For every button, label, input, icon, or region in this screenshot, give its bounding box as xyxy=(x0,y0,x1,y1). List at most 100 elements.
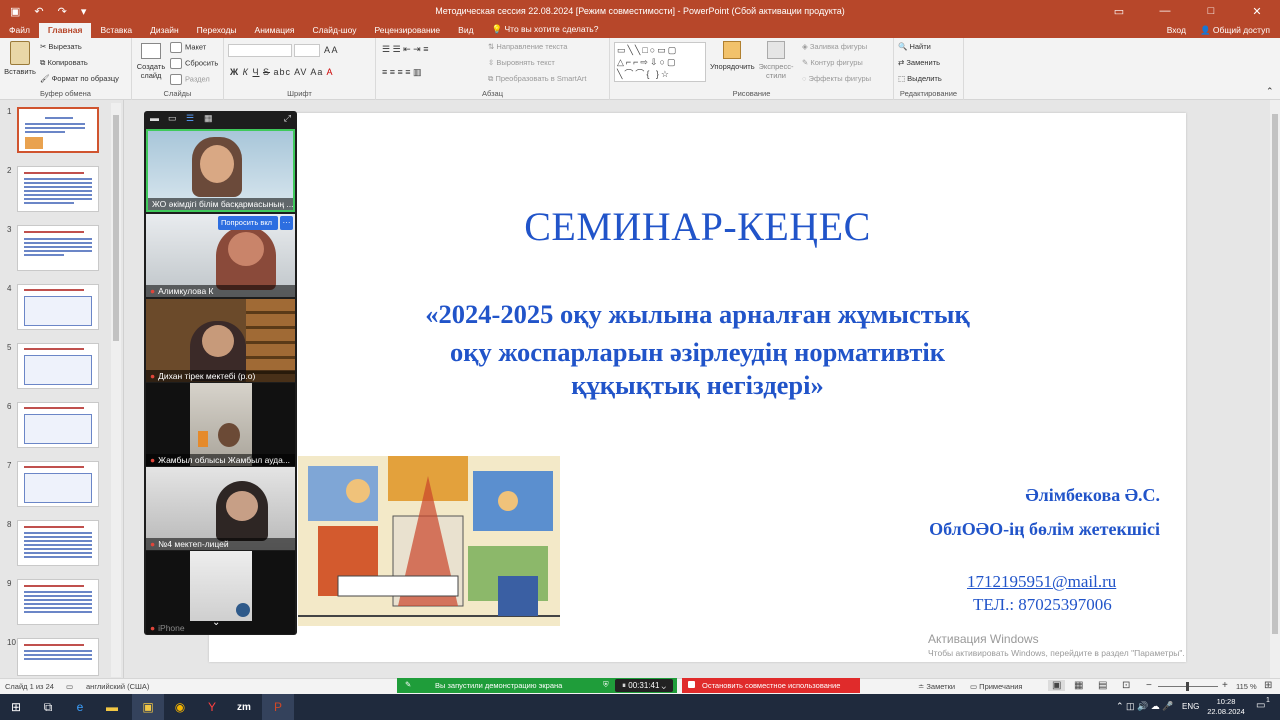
zoom-out-button[interactable]: − xyxy=(1146,680,1152,691)
author-position[interactable]: ОблОӘО-ің бөлім жетекшісі xyxy=(929,519,1160,540)
text-direction-button[interactable]: ⇅ Направление текста xyxy=(488,42,567,51)
slide-thumbnail-7[interactable] xyxy=(17,461,99,507)
education-illustration[interactable] xyxy=(298,456,560,626)
task-view-icon[interactable]: ⧉ xyxy=(32,694,64,720)
stop-sharing-button[interactable]: Остановить совместное использование xyxy=(682,678,860,693)
clock[interactable]: 10:28 22.08.2024 xyxy=(1204,697,1248,717)
yandex-icon[interactable]: Y xyxy=(196,694,228,720)
language-indicator[interactable]: английский (США) xyxy=(86,682,149,691)
shape-outline-button[interactable]: ✎ Контур фигуры xyxy=(802,58,863,67)
notes-button[interactable]: ≐ Заметки xyxy=(918,682,955,691)
tab-file[interactable]: Файл xyxy=(0,23,39,38)
select-button[interactable]: ⬚ Выделить xyxy=(898,74,942,83)
align-buttons[interactable]: ≡ ≡ ≡ ≡ ▥ xyxy=(382,67,422,78)
paste-button[interactable]: Вставить xyxy=(3,41,37,76)
tab-slideshow[interactable]: Слайд-шоу xyxy=(303,23,365,38)
scrollbar-thumb[interactable] xyxy=(1272,114,1278,634)
slide-thumbnail-2[interactable] xyxy=(17,166,99,212)
tab-review[interactable]: Рецензирование xyxy=(366,23,450,38)
section-button[interactable]: Раздел xyxy=(170,74,210,85)
gallery-view-icon[interactable]: ▦ xyxy=(204,113,213,124)
tab-design[interactable]: Дизайн xyxy=(141,23,188,38)
start-icon[interactable]: ⊞ xyxy=(0,694,32,720)
slide-subtitle-line-3[interactable]: құқықтық негіздері» xyxy=(209,370,1186,400)
zoom-video-panel[interactable]: ▬ ▭ ☰ ▦ ⤢ ЖО әкімдігі білім басқармасыны… xyxy=(144,111,297,635)
zoom-app-icon[interactable]: zm xyxy=(228,694,260,720)
reading-view-button[interactable]: ▤ xyxy=(1098,680,1107,691)
zoom-slider-thumb[interactable] xyxy=(1186,682,1189,691)
new-slide-button[interactable]: Создать слайд xyxy=(135,41,167,80)
scrollbar-thumb[interactable] xyxy=(113,115,119,341)
shape-effects-button[interactable]: ◌ Эффекты фигуры xyxy=(802,74,871,83)
strip-view-icon[interactable]: ☰ xyxy=(186,113,194,124)
phone-text[interactable]: ТЕЛ.: 87025397006 xyxy=(973,595,1112,615)
zoom-slider[interactable] xyxy=(1158,682,1218,691)
expand-icon[interactable]: ⤢ xyxy=(284,113,291,124)
speaker-view-icon[interactable]: ▭ xyxy=(168,113,177,124)
change-case-button[interactable]: Aa xyxy=(310,67,323,77)
slide-thumbnail-4[interactable] xyxy=(17,284,99,330)
file-explorer-icon[interactable]: ▬ xyxy=(96,694,128,720)
zoom-in-button[interactable]: + xyxy=(1222,680,1228,691)
undo-icon[interactable]: ↶ xyxy=(34,5,43,18)
slide-sorter-button[interactable]: ▦ xyxy=(1074,680,1083,691)
font-family-select[interactable] xyxy=(228,44,292,57)
tell-me-box[interactable]: 💡 Что вы хотите сделать? xyxy=(483,22,608,38)
quick-styles-button[interactable]: Экспресс- стили xyxy=(756,41,796,80)
comments-button[interactable]: ▭ Примечания xyxy=(970,682,1022,691)
spacing-button[interactable]: AV xyxy=(294,67,307,77)
email-link[interactable]: 1712195951@mail.ru xyxy=(967,572,1116,592)
system-tray-icons[interactable]: ⌃ ◫ 🔊 ☁ 🎤 xyxy=(1116,701,1173,712)
ask-to-unmute-button[interactable]: Попросить вкл xyxy=(218,216,278,230)
scroll-down-button[interactable]: ⌄ xyxy=(212,617,220,628)
video-tile-2[interactable]: Попросить вкл ··· ● Алимкулова К xyxy=(146,214,295,297)
list-buttons[interactable]: ☰ ☰ ⇤ ⇥ ≡ xyxy=(382,44,428,55)
fit-slide-button[interactable]: ⊞ xyxy=(1264,680,1272,691)
tab-transitions[interactable]: Переходы xyxy=(188,23,246,38)
canvas-scrollbar[interactable] xyxy=(1270,100,1280,678)
layout-button[interactable]: Макет xyxy=(170,42,206,53)
find-button[interactable]: 🔍 Найти xyxy=(898,42,931,51)
maximize-button[interactable]: □ xyxy=(1188,0,1234,22)
font-grow-button[interactable]: A A xyxy=(324,45,338,55)
save-icon[interactable]: ▣ xyxy=(10,5,20,18)
smartart-button[interactable]: ⧉ Преобразовать в SmartArt xyxy=(488,74,586,84)
font-color-button[interactable]: A xyxy=(326,67,333,77)
close-button[interactable]: ✕ xyxy=(1234,0,1280,22)
slide-thumbnail-1[interactable] xyxy=(17,107,99,153)
font-size-select[interactable] xyxy=(294,44,320,57)
shapes-gallery[interactable]: ▭╲╲□○▭▢ △⌐⌐⇨⇩○▢ ╲⌒⌒{ }☆ xyxy=(614,42,706,82)
strikethrough-button[interactable]: S xyxy=(263,67,270,77)
cut-button[interactable]: ✂ Вырезать xyxy=(40,42,82,51)
spellcheck-icon[interactable]: ▭ xyxy=(66,682,73,691)
edge-icon[interactable]: e xyxy=(64,694,96,720)
slide-1[interactable]: СЕМИНАР-КЕҢЕС «2024-2025 оқу жылына арна… xyxy=(209,113,1186,662)
notification-icon[interactable]: ▭ xyxy=(1256,700,1265,711)
zoom-level[interactable]: 115 % xyxy=(1236,682,1257,691)
slide-thumbnail-5[interactable] xyxy=(17,343,99,389)
arrange-button[interactable]: Упорядочить xyxy=(710,41,755,71)
tab-animations[interactable]: Анимация xyxy=(246,23,304,38)
slide-thumbnail-10[interactable] xyxy=(17,638,99,676)
minimize-button[interactable]: — xyxy=(1142,0,1188,22)
video-tile-3[interactable]: ● Дихан тірек мектебі (р.о) xyxy=(146,299,295,382)
video-tile-4[interactable]: ● Жамбыл облысы Жамбыл ауда... xyxy=(146,383,295,466)
video-tile-1[interactable]: ЖО әкімдігі білім басқармасының ... xyxy=(146,129,295,212)
slide-thumbnail-8[interactable] xyxy=(17,520,99,566)
share-button[interactable]: 👤 Общий доступ xyxy=(1200,25,1270,36)
tab-insert[interactable]: Вставка xyxy=(91,23,141,38)
reset-button[interactable]: Сбросить xyxy=(170,58,218,69)
shadow-button[interactable]: abc xyxy=(274,67,292,77)
bold-button[interactable]: Ж xyxy=(230,67,239,77)
shape-fill-button[interactable]: ◈ Заливка фигуры xyxy=(802,42,867,51)
signin-link[interactable]: Вход xyxy=(1167,25,1186,36)
normal-view-button[interactable]: ▣ xyxy=(1048,680,1066,691)
keyboard-language[interactable]: ENG xyxy=(1182,702,1199,711)
teamviewer-icon[interactable]: ▣ xyxy=(132,694,164,720)
slide-subtitle-line-1[interactable]: «2024-2025 оқу жылына арналған жұмыстық xyxy=(209,299,1186,329)
slide-subtitle-line-2[interactable]: оқу жоспарларын әзірлеудің нормативтік xyxy=(209,337,1186,367)
redo-icon[interactable]: ↷ xyxy=(58,5,67,18)
chrome-icon[interactable]: ◉ xyxy=(164,694,196,720)
video-tile-6[interactable]: ● iPhone ⌄ xyxy=(146,551,295,634)
share-timer[interactable]: ⏸ 00:31:41 ⌄ xyxy=(615,679,673,692)
